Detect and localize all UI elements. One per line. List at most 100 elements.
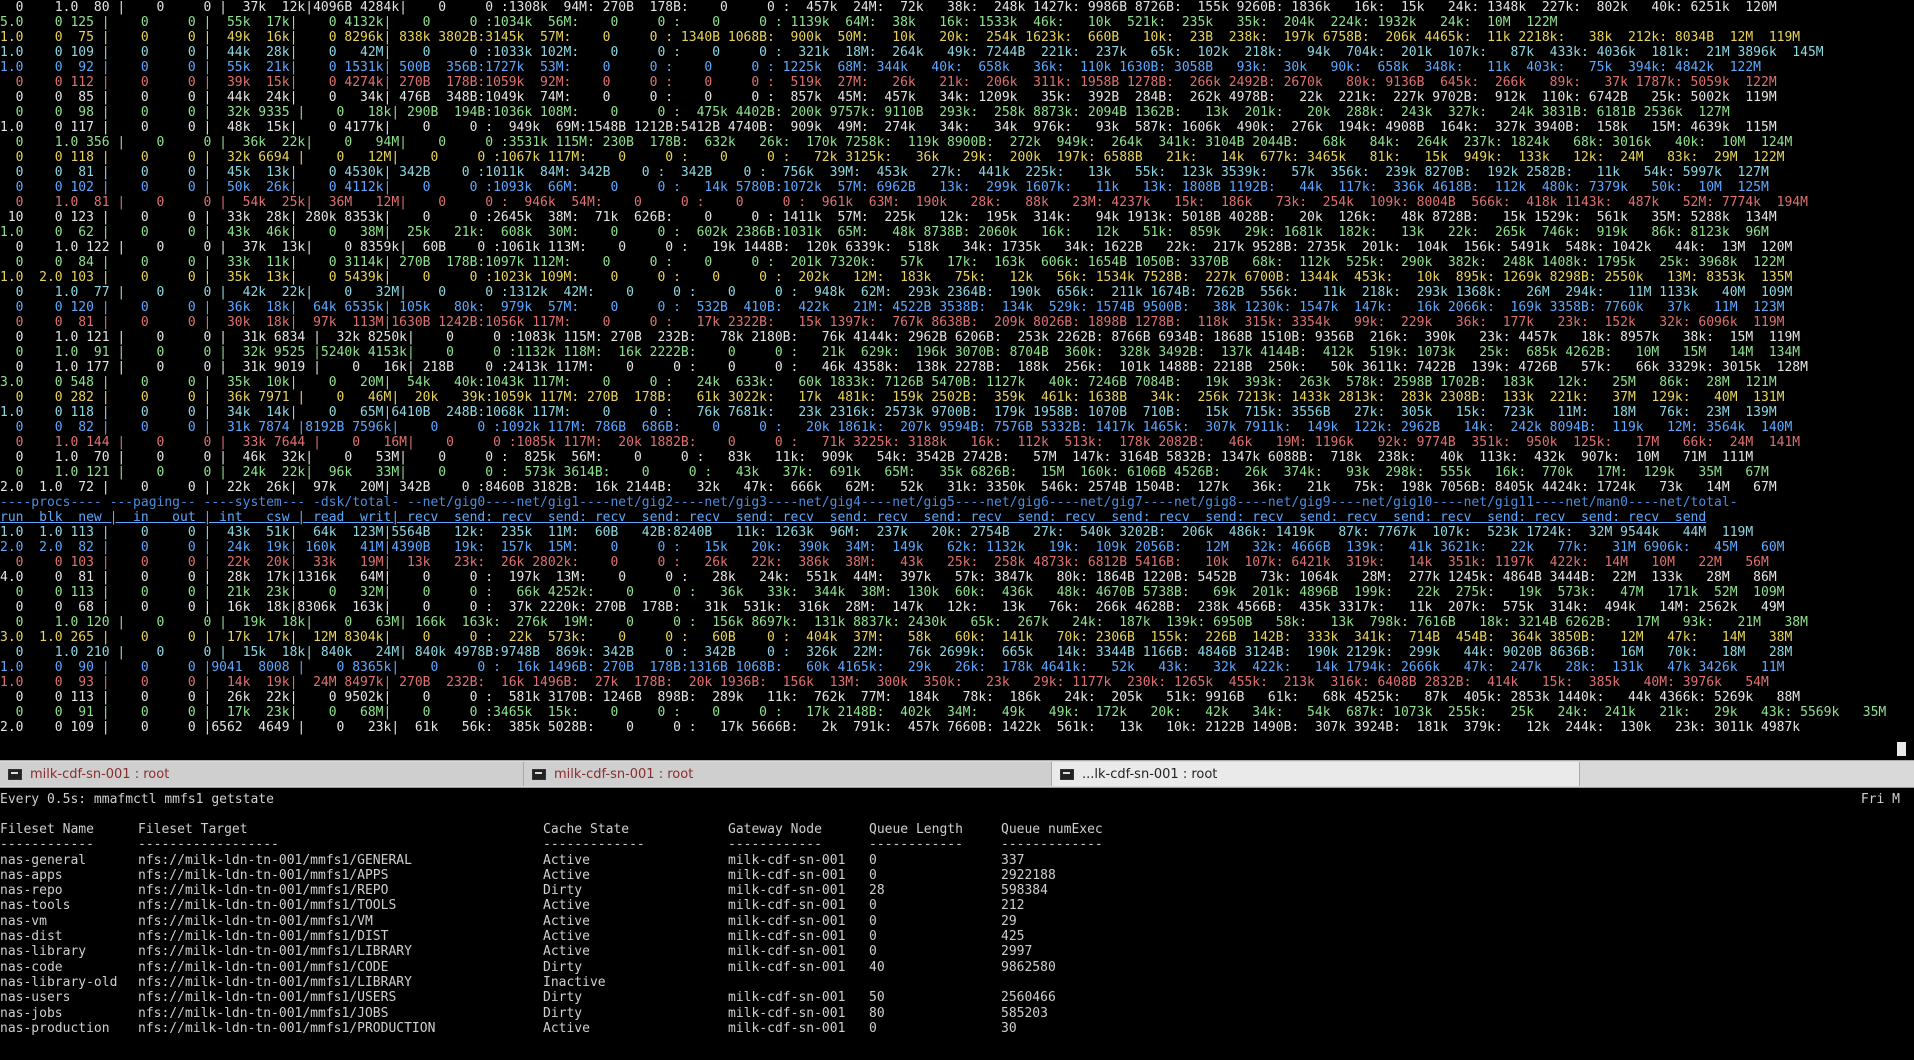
tab-label: ...lk-cdf-sn-001 : root [1082, 766, 1218, 782]
dstat-row: 1.0 0 92 | 0 0 | 55k 21k| 0 1531k| 500B … [0, 60, 1761, 75]
dstat-row: 0 1.0 91 | 0 0 | 32k 9525 |5240k 4153k| … [0, 345, 1801, 360]
cache-state-cell: Active [543, 898, 590, 914]
dstat-row: 0 0 102 | 0 0 | 50k 26k| 0 4112k| 0 0 :1… [0, 180, 1769, 195]
dstat-row: 0 1.0 144 | 0 0 | 33k 7644 | 0 16M| 0 0 … [0, 435, 1801, 450]
column-header: Queue numExec [1001, 822, 1103, 837]
fileset-target-cell: nfs://milk-ldn-tn-001/mmfs1/LIBRARY [138, 974, 412, 990]
dstat-row: 0 0 113 | 0 0 | 26k 22k| 0 9502k| 0 0 : … [0, 690, 1801, 705]
gateway-node-cell: milk-cdf-sn-001 [728, 1005, 846, 1021]
column-divider: ------------ [0, 837, 94, 853]
fileset-target-cell: nfs://milk-ldn-tn-001/mmfs1/PRODUCTION [138, 1020, 436, 1036]
queue-length-cell: 0 [869, 898, 877, 914]
cache-state-cell: Active [543, 913, 590, 929]
cache-state-cell: Active [543, 867, 590, 883]
fileset-name-cell: nas-library-old [0, 974, 118, 990]
dstat-row: 0 1.0 70 | 0 0 | 46k 32k| 0 53M| 0 0 : 8… [0, 450, 1754, 465]
dstat-row: 0 0 118 | 0 0 | 32k 6694 | 0 12M| 0 0 :1… [0, 150, 1785, 165]
fileset-name-cell: nas-repo [0, 883, 63, 899]
dstat-row: 1.0 0 93 | 0 0 | 14k 19k| 24M 8497k| 270… [0, 675, 1769, 690]
dstat-row: 2.0 2.0 82 | 0 0 | 24k 19k| 160k 41M|439… [0, 540, 1785, 555]
dstat-row: 4.0 0 81 | 0 0 | 28k 17k|1316k 64M| 0 0 … [0, 570, 1777, 585]
cache-state-cell: Active [543, 1020, 590, 1036]
dstat-row: 1.0 0 90 | 0 0 |9041 8008 | 0 8365k| 0 0… [0, 660, 1785, 675]
dstat-row: 0 0 68 | 0 0 | 16k 18k|8306k 163k| 0 0 :… [0, 600, 1785, 615]
table-row: nas-users nfs://milk-ldn-tn-001/mmfs1/USE… [0, 990, 1914, 1005]
queue-numexec-cell: 425 [1001, 929, 1025, 945]
gateway-node-cell: milk-cdf-sn-001 [728, 1020, 846, 1036]
fileset-name-cell: nas-dist [0, 929, 63, 945]
terminal-icon [532, 768, 546, 780]
queue-numexec-cell: 598384 [1001, 883, 1048, 899]
dstat-row: 0 0 113 | 0 0 | 21k 23k| 0 32M| 0 0 : 66… [0, 585, 1785, 600]
queue-length-cell: 0 [869, 852, 877, 868]
dstat-row: 0 0 81 | 0 0 | 45k 13k| 0 4530k| 342B 0 … [0, 165, 1769, 180]
tab-terminal-2[interactable]: milk-cdf-sn-001 : root [524, 762, 1052, 786]
fileset-name-cell: nas-users [0, 990, 71, 1006]
watch-terminal[interactable]: Every 0.5s: mmafmctl mmfs1 getstate Fri … [0, 788, 1914, 1060]
table-row: nas-library-old nfs://milk-ldn-tn-001/mmf… [0, 975, 1914, 990]
queue-length-cell: 80 [869, 1005, 885, 1021]
dstat-row: 1.0 0 75 | 0 0 | 49k 16k| 0 8296k| 838k … [0, 30, 1801, 45]
tab-terminal-1[interactable]: milk-cdf-sn-001 : root [0, 762, 524, 786]
terminal-icon [8, 768, 22, 780]
queue-length-cell: 0 [869, 944, 877, 960]
tab-terminal-3[interactable]: ...lk-cdf-sn-001 : root [1052, 762, 1580, 786]
column-divider: ------------ [728, 837, 822, 853]
dstat-terminal[interactable]: 0 1.0 80 | 0 0 | 37k 12k|4096B 4284k| 0 … [0, 0, 1914, 758]
dstat-row: 10 0 123 | 0 0 | 33k 28k| 280k 8353k| 0 … [0, 210, 1777, 225]
fileset-target-cell: nfs://milk-ldn-tn-001/mmfs1/GENERAL [138, 852, 412, 868]
queue-numexec-cell: 30 [1001, 1020, 1017, 1036]
dstat-row: 0 0 84 | 0 0 | 33k 11k| 0 3114k| 270B 17… [0, 255, 1785, 270]
column-header: Fileset Name [0, 822, 94, 837]
dstat-row: 5.0 0 125 | 0 0 | 55k 17k| 0 4132k| 0 0 … [0, 15, 1558, 30]
gateway-node-cell: milk-cdf-sn-001 [728, 959, 846, 975]
dstat-row: 0 0 81 | 0 0 | 30k 18k| 97k 113M|1630B 1… [0, 315, 1785, 330]
tab-label: milk-cdf-sn-001 : root [554, 766, 694, 782]
queue-length-cell: 0 [869, 1020, 877, 1036]
dstat-row: 0 0 282 | 0 0 | 36k 7971 | 0 46M| 20k 39… [0, 390, 1785, 405]
dstat-row: 0 1.0 210 | 0 0 | 15k 18k| 840k 24M| 840… [0, 645, 1793, 660]
dstat-row: 0 1.0 77 | 0 0 | 42k 22k| 0 32M| 0 0 :13… [0, 285, 1793, 300]
fileset-target-cell: nfs://milk-ldn-tn-001/mmfs1/APPS [138, 867, 389, 883]
dstat-row: 1.0 0 118 | 0 0 | 34k 14k| 0 65M|6410B 2… [0, 405, 1777, 420]
column-header: Gateway Node [728, 822, 822, 837]
table-dash-row: ------------ ------------------ --------… [0, 837, 1914, 852]
table-row: nas-library nfs://milk-ldn-tn-001/mmfs1/L… [0, 944, 1914, 959]
terminal-tab-bar: milk-cdf-sn-001 : root milk-cdf-sn-001 :… [0, 760, 1914, 788]
gateway-node-cell: milk-cdf-sn-001 [728, 929, 846, 945]
table-row: nas-general nfs://milk-ldn-tn-001/mmfs1/G… [0, 853, 1914, 868]
dstat-row: 0 1.0 121 | 0 0 | 24k 22k| 96k 33M| 0 0 … [0, 465, 1769, 480]
dstat-row: 0 0 103 | 0 0 | 22k 20k| 33k 19M| 13k 23… [0, 555, 1769, 570]
watch-header: Every 0.5s: mmafmctl mmfs1 getstate Fri … [0, 792, 1914, 808]
column-header: Queue Length [869, 822, 963, 837]
column-divider: ------------ [869, 837, 963, 853]
cache-state-cell: Dirty [543, 883, 583, 899]
queue-numexec-cell: 2922188 [1001, 867, 1056, 883]
fileset-name-cell: nas-apps [0, 867, 63, 883]
dstat-row: 0 1.0 122 | 0 0 | 37k 13k| 0 8359k| 60B … [0, 240, 1793, 255]
fileset-target-cell: nfs://milk-ldn-tn-001/mmfs1/DIST [138, 929, 389, 945]
dstat-row: 3.0 0 548 | 0 0 | 35k 10k| 0 20M| 54k 40… [0, 375, 1777, 390]
dstat-row: 1.0 0 62 | 0 0 | 43k 46k| 0 38M| 25k 21k… [0, 225, 1769, 240]
cache-state-cell: Dirty [543, 1005, 583, 1021]
dstat-row: 3.0 1.0 265 | 0 0 | 17k 17k| 12M 8304k| … [0, 630, 1793, 645]
table-row: nas-code nfs://milk-ldn-tn-001/mmfs1/CODE… [0, 960, 1914, 975]
fileset-name-cell: nas-code [0, 959, 63, 975]
cache-state-cell: Dirty [543, 990, 583, 1006]
gateway-node-cell: milk-cdf-sn-001 [728, 898, 846, 914]
table-row: nas-repo nfs://milk-ldn-tn-001/mmfs1/REPO… [0, 883, 1914, 898]
fileset-rows: nas-general nfs://milk-ldn-tn-001/mmfs1/G… [0, 853, 1914, 1037]
dstat-row: 1.0 0 109 | 0 0 | 44k 28k| 0 42M| 0 0 :1… [0, 45, 1824, 60]
queue-numexec-cell: 9862580 [1001, 959, 1056, 975]
fileset-target-cell: nfs://milk-ldn-tn-001/mmfs1/JOBS [138, 1005, 389, 1021]
fileset-name-cell: nas-jobs [0, 1005, 63, 1021]
queue-length-cell: 0 [869, 913, 877, 929]
column-divider: ------------------ [138, 837, 279, 853]
table-row: nas-dist nfs://milk-ldn-tn-001/mmfs1/DIST… [0, 929, 1914, 944]
tab-label: milk-cdf-sn-001 : root [30, 766, 170, 782]
watch-command: Every 0.5s: mmafmctl mmfs1 getstate [0, 792, 274, 807]
table-row: nas-vm nfs://milk-ldn-tn-001/mmfs1/VM Acti… [0, 914, 1914, 929]
fileset-target-cell: nfs://milk-ldn-tn-001/mmfs1/REPO [138, 883, 389, 899]
queue-length-cell: 0 [869, 867, 877, 883]
dstat-row: 0 1.0 121 | 0 0 | 31k 6834 | 32k 8250k| … [0, 330, 1801, 345]
